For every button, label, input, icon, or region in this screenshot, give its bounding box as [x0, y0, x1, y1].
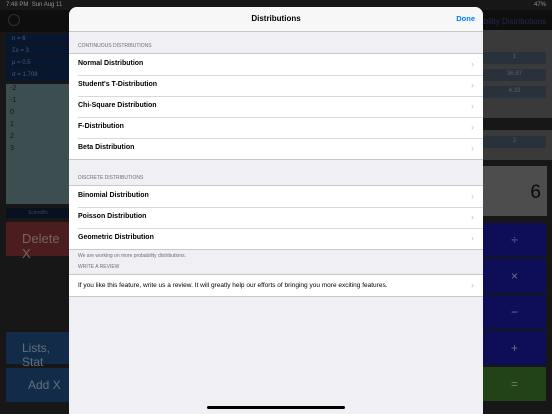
chevron-right-icon: › — [471, 191, 474, 201]
binomial-distribution-row[interactable]: Binomial Distribution › — [69, 186, 483, 207]
f-distribution-row[interactable]: F-Distribution › — [69, 117, 483, 138]
chevron-right-icon: › — [471, 233, 474, 243]
chevron-right-icon: › — [471, 212, 474, 222]
discrete-list: Binomial Distribution › Poisson Distribut… — [69, 185, 483, 250]
continuous-section: CONTINUOUS DISTRIBUTIONS Normal Distribu… — [69, 43, 483, 160]
chevron-right-icon: › — [471, 59, 474, 69]
chevron-right-icon: › — [471, 122, 474, 132]
continuous-list: Normal Distribution › Student's T-Distrib… — [69, 53, 483, 160]
chevron-right-icon: › — [471, 143, 474, 153]
chi-square-distribution-row[interactable]: Chi-Square Distribution › — [69, 96, 483, 117]
section-header: CONTINUOUS DISTRIBUTIONS — [78, 43, 152, 49]
chevron-right-icon: › — [471, 101, 474, 111]
home-indicator[interactable] — [207, 406, 345, 409]
section-header: WRITE A REVIEW — [78, 264, 120, 270]
sheet-title: Distributions — [251, 14, 301, 23]
t-distribution-row[interactable]: Student's T-Distribution › — [69, 75, 483, 96]
review-list: If you like this feature, write us a rev… — [69, 274, 483, 297]
beta-distribution-row[interactable]: Beta Distribution › — [69, 138, 483, 159]
write-review-row[interactable]: If you like this feature, write us a rev… — [69, 275, 483, 296]
normal-distribution-row[interactable]: Normal Distribution › — [69, 54, 483, 75]
done-button[interactable]: Done — [456, 14, 475, 23]
navigation-bar: Distributions Done — [69, 7, 483, 32]
discrete-section: DISCRETE DISTRIBUTIONS Binomial Distribu… — [69, 175, 483, 262]
review-section: WRITE A REVIEW If you like this feature,… — [69, 264, 483, 297]
section-footer: We are working on more probability distr… — [78, 253, 187, 259]
chevron-right-icon: › — [471, 280, 474, 290]
distributions-sheet: Distributions Done CONTINUOUS DISTRIBUTI… — [69, 7, 483, 414]
geometric-distribution-row[interactable]: Geometric Distribution › — [69, 228, 483, 249]
chevron-right-icon: › — [471, 80, 474, 90]
section-header: DISCRETE DISTRIBUTIONS — [78, 175, 144, 181]
poisson-distribution-row[interactable]: Poisson Distribution › — [69, 207, 483, 228]
